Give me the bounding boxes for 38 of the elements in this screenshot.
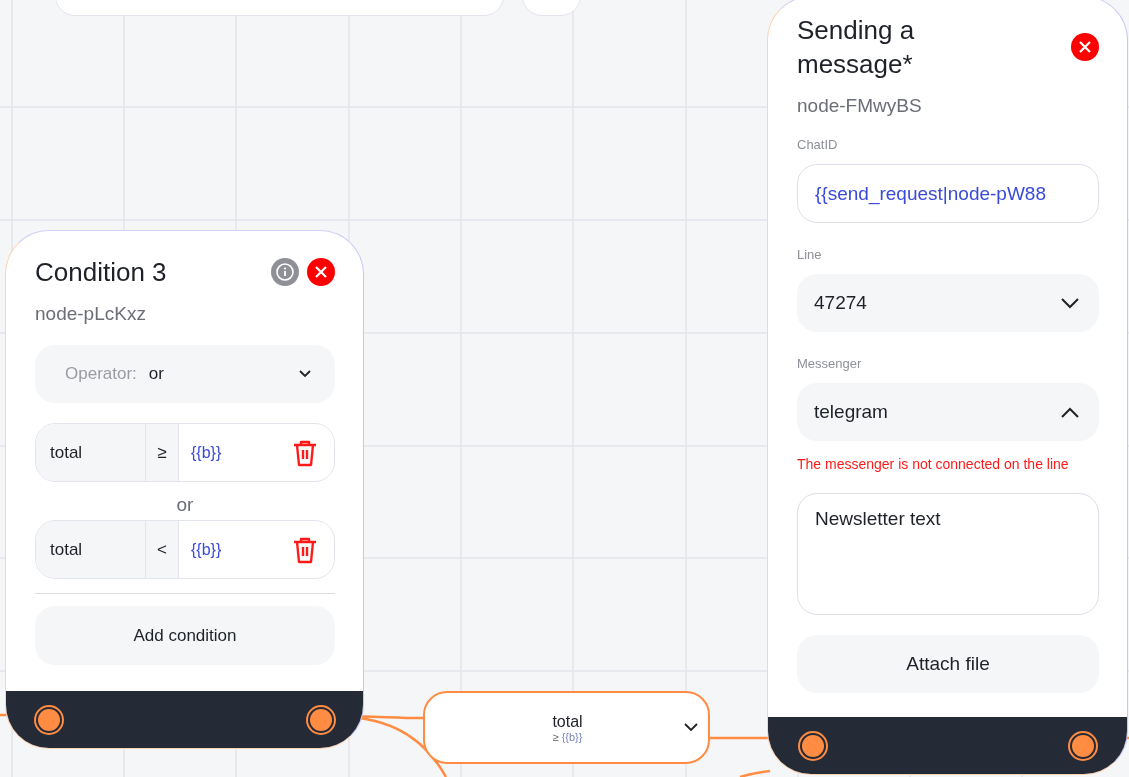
chat-id-field[interactable]: {{send_request|node-pW88 [797,164,1099,223]
close-icon[interactable] [1071,33,1099,61]
comparison-operator[interactable]: < [146,521,179,578]
port-handle[interactable] [38,708,60,731]
connector-line [739,769,771,777]
chevron-icon[interactable] [684,723,698,732]
port-handle[interactable] [802,734,824,757]
node-title: Condition 3 [35,256,168,289]
select-field[interactable]: 47274 [797,274,1099,332]
attach-file-button[interactable]: Attach file [797,635,1099,693]
add-condition-button[interactable]: Add condition [35,606,335,665]
trash-icon[interactable] [292,438,318,467]
operator-dropdown[interactable]: Operator: or [35,345,335,403]
close-icon[interactable] [307,258,335,286]
message-node[interactable]: Sending a message* node-FMwyBS ChatID {{send_request|node-pW88 Line 47274 Messenger telegram The messenger is not connected on the line Newsletter text Attach file [767,0,1128,775]
value-field[interactable]: {{b}} [179,540,292,559]
field-name[interactable]: total [36,521,146,578]
trash-icon[interactable] [292,535,318,564]
node-id: node-FMwyBS [797,95,923,117]
comparison-operator[interactable]: ≥ [146,424,179,481]
joiner-label: or [175,494,195,516]
condition-node[interactable]: Condition 3 node-pLcKxz Operator: or total ≥ {{b}} or total < {{b}} Add condition [5,230,364,749]
value-field[interactable]: {{b}} [179,443,292,462]
port-handle[interactable] [310,708,332,731]
message-text-area[interactable]: Newsletter text [797,493,1099,615]
port-handle[interactable] [1072,734,1094,757]
field-label: Line [797,247,823,262]
edge-condition: ≥ {{b}} [552,730,583,743]
select-field[interactable]: telegram [797,383,1099,441]
field-name[interactable]: total [36,424,146,481]
field-label: Messenger [797,356,863,371]
node-title: Sending a message* [797,14,916,81]
error-message: The messenger is not connected on the line [797,455,1070,473]
edge-label[interactable]: total ≥ {{b}} [423,691,710,764]
node-id: node-pLcKxz [35,303,147,325]
info-icon[interactable] [271,258,299,286]
field-label: ChatID [797,137,839,152]
edge-field: total [552,712,583,731]
